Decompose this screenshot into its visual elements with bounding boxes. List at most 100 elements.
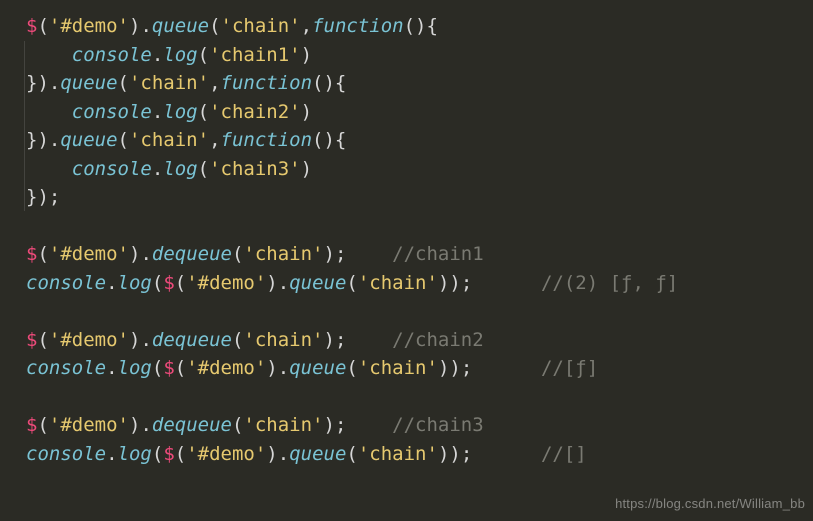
string-chain: 'chain' — [358, 443, 438, 465]
comma: , — [301, 15, 312, 37]
string-chain3: 'chain3' — [209, 158, 301, 180]
string-chain: 'chain' — [243, 414, 323, 436]
code-line: console.log($('#demo').queue('chain')); … — [26, 357, 598, 379]
paren-close: ) — [129, 329, 140, 351]
func-log: log — [163, 44, 197, 66]
semicolon: ; — [461, 272, 472, 294]
obj-console: console — [72, 158, 152, 180]
gap — [346, 329, 392, 351]
semicolon: ; — [335, 414, 346, 436]
func-queue: queue — [289, 272, 346, 294]
paren-open: ( — [175, 272, 186, 294]
code-block: $('#demo').queue('chain',function(){ con… — [0, 0, 813, 468]
func-dollar: $ — [163, 357, 174, 379]
string-chain: 'chain' — [221, 15, 301, 37]
code-line: $('#demo').dequeue('chain'); //chain3 — [26, 414, 484, 436]
string-chain: 'chain' — [129, 129, 209, 151]
func-dollar: $ — [26, 15, 37, 37]
dot: . — [140, 243, 151, 265]
keyword-function: function — [312, 15, 404, 37]
paren-close: ) — [301, 158, 312, 180]
indent — [26, 158, 72, 180]
paren-open: ( — [37, 329, 48, 351]
paren-open: ( — [37, 15, 48, 37]
paren-close: ) — [449, 443, 460, 465]
gap — [472, 443, 541, 465]
string-demo: '#demo' — [49, 329, 129, 351]
comment-result2: //[ƒ] — [541, 357, 598, 379]
func-dequeue: dequeue — [152, 414, 232, 436]
semicolon: ; — [335, 329, 346, 351]
watermark-text: https://blog.csdn.net/William_bb — [615, 490, 805, 519]
paren-close: ) — [266, 357, 277, 379]
dot: . — [152, 44, 163, 66]
close-chain: }). — [26, 72, 60, 94]
dot: . — [278, 443, 289, 465]
obj-console: console — [72, 44, 152, 66]
indent — [26, 101, 72, 123]
string-chain1: 'chain1' — [209, 44, 301, 66]
dot: . — [140, 15, 151, 37]
func-open: (){ — [312, 72, 346, 94]
gap — [472, 357, 541, 379]
comment-chain1: //chain1 — [392, 243, 484, 265]
semicolon: ; — [461, 357, 472, 379]
string-chain: 'chain' — [243, 329, 323, 351]
paren-open: ( — [152, 443, 163, 465]
comma: , — [209, 129, 220, 151]
string-demo: '#demo' — [49, 243, 129, 265]
string-chain: 'chain' — [243, 243, 323, 265]
paren-open: ( — [198, 158, 209, 180]
indent — [26, 44, 72, 66]
paren-open: ( — [198, 44, 209, 66]
comma: , — [209, 72, 220, 94]
paren-open: ( — [346, 272, 357, 294]
code-line: }).queue('chain',function(){ — [26, 72, 346, 94]
comment-result1: //(2) [ƒ, ƒ] — [541, 272, 678, 294]
paren-open: ( — [152, 357, 163, 379]
semicolon: ; — [461, 443, 472, 465]
paren-close: ) — [324, 243, 335, 265]
obj-console: console — [72, 101, 152, 123]
obj-console: console — [26, 272, 106, 294]
paren-close: ) — [301, 101, 312, 123]
code-line: }); — [26, 186, 60, 208]
dot: . — [140, 329, 151, 351]
obj-console: console — [26, 357, 106, 379]
func-dollar: $ — [26, 329, 37, 351]
keyword-function: function — [221, 129, 313, 151]
func-log: log — [118, 443, 152, 465]
paren-open: ( — [346, 357, 357, 379]
code-line: console.log('chain3') — [26, 158, 312, 180]
gap — [346, 243, 392, 265]
string-chain: 'chain' — [358, 357, 438, 379]
code-line: console.log('chain2') — [26, 101, 312, 123]
paren-open: ( — [37, 243, 48, 265]
dot: . — [106, 443, 117, 465]
string-demo: '#demo' — [186, 357, 266, 379]
paren-close: ) — [324, 329, 335, 351]
paren-close: ) — [129, 414, 140, 436]
semicolon: ; — [335, 243, 346, 265]
paren-open: ( — [209, 15, 220, 37]
string-demo: '#demo' — [49, 414, 129, 436]
func-open: (){ — [404, 15, 438, 37]
func-dequeue: dequeue — [152, 329, 232, 351]
paren-open: ( — [346, 443, 357, 465]
code-line: $('#demo').queue('chain',function(){ — [26, 15, 438, 37]
string-demo: '#demo' — [186, 443, 266, 465]
code-line: $('#demo').dequeue('chain'); //chain1 — [26, 243, 484, 265]
stmt-end: }); — [26, 186, 60, 208]
indent-guide — [24, 41, 25, 211]
code-line: }).queue('chain',function(){ — [26, 129, 346, 151]
func-queue: queue — [60, 129, 117, 151]
paren-close: ) — [438, 357, 449, 379]
dot: . — [106, 357, 117, 379]
func-queue: queue — [289, 443, 346, 465]
comment-chain2: //chain2 — [392, 329, 484, 351]
code-line: console.log($('#demo').queue('chain')); … — [26, 272, 678, 294]
code-line: console.log($('#demo').queue('chain')); … — [26, 443, 587, 465]
dot: . — [278, 272, 289, 294]
paren-close: ) — [266, 272, 277, 294]
paren-close: ) — [129, 243, 140, 265]
